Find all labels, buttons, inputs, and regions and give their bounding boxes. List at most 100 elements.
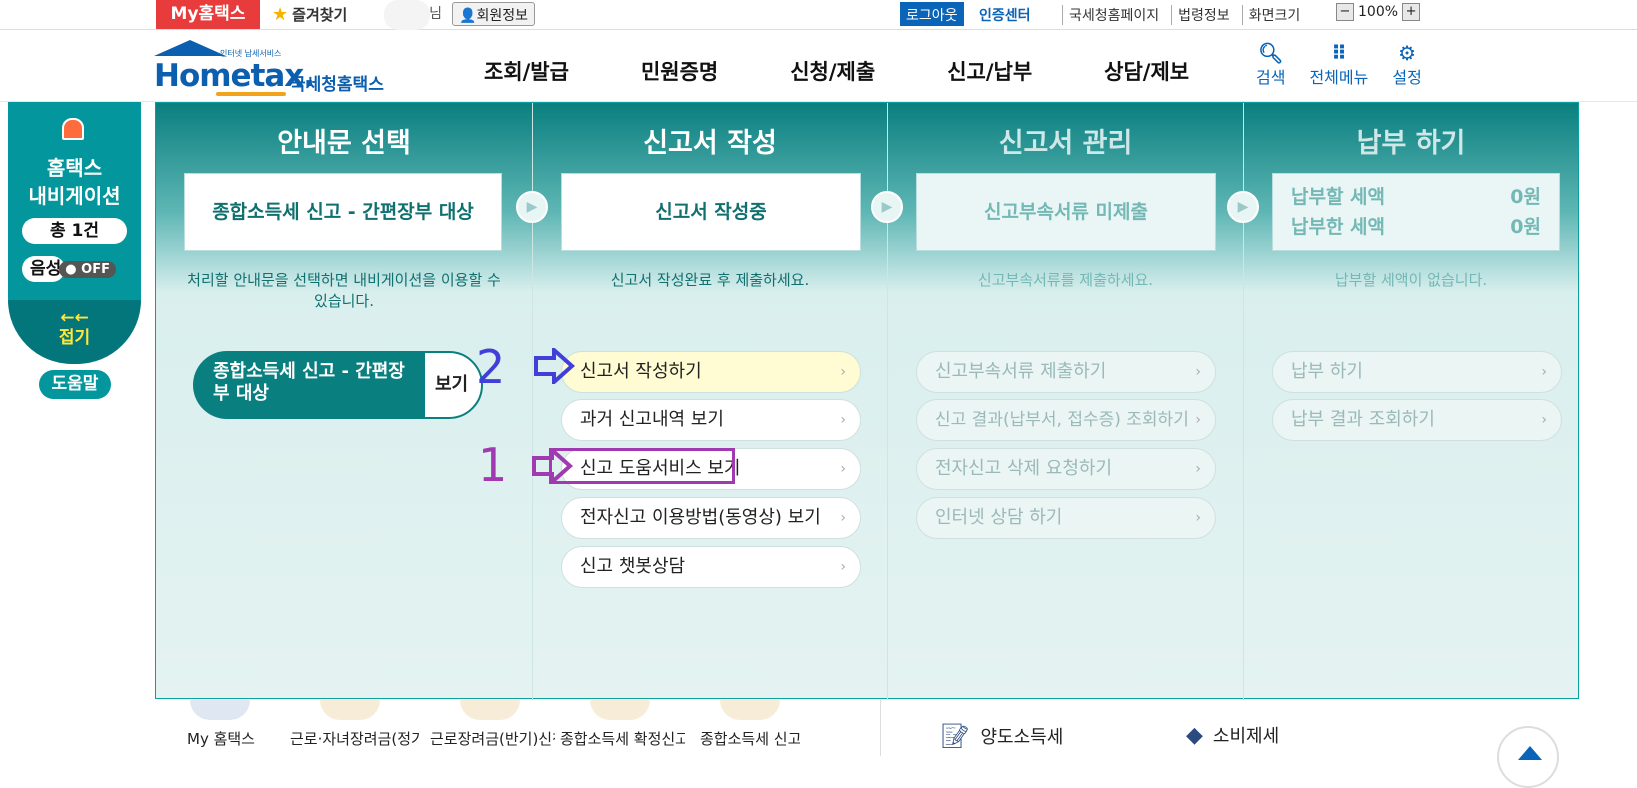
capital-gains-tax-link[interactable]: 📝︎ 양도소득세 <box>940 722 1063 750</box>
quick-bubble <box>590 700 650 720</box>
all-menu-label: 전체메뉴 <box>1309 68 1369 87</box>
favorites-button[interactable]: ★ 즐겨찾기 <box>272 4 347 25</box>
favorites-label: 즐겨찾기 <box>292 6 348 24</box>
voice-state: OFF <box>81 261 110 277</box>
nav-consult[interactable]: 상담/제보 <box>1104 56 1189 86</box>
zoom-control: − 100% + <box>1336 3 1421 21</box>
item-label: 신고부속서류 제출하기 <box>935 361 1107 382</box>
internet-consult-button[interactable]: 인터넷 상담 하기 › <box>916 497 1216 539</box>
document-pen-icon: 📝︎ <box>940 722 971 750</box>
chevron-right-icon: › <box>840 412 846 428</box>
step-pay: 납부 하기 납부할 세액 0원 납부한 세액 0원 납부할 세액이 없습니다. 납부… <box>1244 103 1578 700</box>
my-hometax-button[interactable]: My홈택스 <box>156 0 260 29</box>
zoom-in-button[interactable]: + <box>1402 3 1421 21</box>
siren-icon <box>62 118 84 140</box>
nts-homepage-link[interactable]: 국세청홈페이지 <box>1062 5 1159 25</box>
quick-income-tax-final[interactable]: 종합소득세 확정신고 <box>560 728 685 749</box>
consumption-tax-link[interactable]: ◆ 소비제세 <box>1186 722 1279 748</box>
item-label: 전자신고 이용방법(동영상) 보기 <box>580 507 821 528</box>
item-label: 신고 결과(납부서, 접수증) 조회하기 <box>935 410 1189 430</box>
report-result-button[interactable]: 신고 결과(납부서, 접수증) 조회하기 › <box>916 399 1216 441</box>
hometax-logo[interactable]: 인터넷 납세서비스 Hometax. 국세청홈택스 <box>154 40 394 100</box>
law-info-link[interactable]: 법령정보 <box>1171 5 1230 25</box>
notice-item[interactable]: 종합소득세 신고 - 간편장부 대상 <box>193 351 423 419</box>
fold-label: 접기 <box>58 328 91 348</box>
annotation-number-1: 1 <box>478 438 508 492</box>
past-reports-button[interactable]: 과거 신고내역 보기 › <box>561 399 861 441</box>
item-label: 전자신고 삭제 요청하기 <box>935 458 1113 479</box>
step-title: 안내문 선택 <box>277 128 411 159</box>
step-description: 처리할 안내문을 선택하면 내비게이션을 이용할 수 있습니다. <box>187 271 501 310</box>
item-count-badge: 총 1건 <box>22 218 127 244</box>
nav-application[interactable]: 신청/제출 <box>790 56 875 86</box>
all-menu-button[interactable]: ⠿ 전체메뉴 <box>1309 42 1368 88</box>
pay-button[interactable]: 납부 하기 › <box>1272 351 1562 393</box>
header-icons: 🔍︎ 검색 ⠿ 전체메뉴 ⚙ 설정 <box>1256 42 1422 88</box>
member-info-label: 회원정보 <box>476 8 528 24</box>
settings-button[interactable]: ⚙ 설정 <box>1392 42 1421 88</box>
bottom-quick-menu: My 홈택스 근로·자녀장려금(정기)신청(조회 근로장려금(반기)신청(조회 … <box>0 700 1637 756</box>
widget-title-line2: 내비게이션 <box>28 184 121 208</box>
chatbot-button[interactable]: 신고 챗봇상담 › <box>561 546 861 588</box>
user-suffix: 님 <box>429 6 442 22</box>
scroll-top-button[interactable] <box>1497 726 1559 788</box>
chevron-right-icon: › <box>1195 461 1201 477</box>
nav-civil-certificate[interactable]: 민원증명 <box>641 56 718 86</box>
voice-toggle[interactable]: 음성 ● OFF <box>22 256 140 282</box>
write-report-button[interactable]: 신고서 작성하기 › <box>561 351 861 393</box>
quick-bubble <box>720 700 780 720</box>
view-button[interactable]: 보기 <box>423 351 483 419</box>
main-nav: 조회/발급 민원증명 신청/제출 신고/납부 상담/제보 <box>484 56 1261 86</box>
nav-inquiry[interactable]: 조회/발급 <box>484 56 569 86</box>
step-title: 신고서 작성 <box>643 128 777 159</box>
item-label: 납부 하기 <box>1291 361 1363 382</box>
paid-value: 0원 <box>1510 216 1541 238</box>
navigation-panel: 안내문 선택 종합소득세 신고 - 간편장부 대상 처리할 안내문을 선택하면 … <box>155 102 1579 700</box>
quick-my-hometax[interactable]: My 홈택스 <box>186 728 256 749</box>
fold-button[interactable]: ←← 접기 <box>8 300 141 364</box>
grid-icon: ⠿ <box>1331 41 1347 65</box>
submit-attachments-button[interactable]: 신고부속서류 제출하기 › <box>916 351 1216 393</box>
annotation-box-1 <box>549 448 735 484</box>
widget-title: 홈택스 내비게이션 <box>8 154 141 210</box>
capital-gains-tax-label: 양도소득세 <box>980 727 1064 748</box>
chevron-right-icon: › <box>1541 364 1547 380</box>
zoom-level: 100% <box>1358 4 1399 20</box>
item-label: 납부 결과 조회하기 <box>1291 409 1435 430</box>
quick-work-child-incentive[interactable]: 근로·자녀장려금(정기)신청(조회 <box>290 728 420 749</box>
voice-switch[interactable]: ● OFF <box>59 260 116 278</box>
item-label: 과거 신고내역 보기 <box>580 409 724 430</box>
pay-result-button[interactable]: 납부 결과 조회하기 › <box>1272 399 1562 441</box>
logo-sub: 국세청홈택스 <box>290 75 384 95</box>
chevron-right-icon: › <box>840 461 846 477</box>
search-icon: 🔍︎ <box>1258 41 1284 65</box>
quick-income-tax-help[interactable]: 종합소득세 신고도움서비스 <box>700 728 800 749</box>
zoom-out-button[interactable]: − <box>1336 3 1354 21</box>
nav-report-pay[interactable]: 신고/납부 <box>947 56 1032 86</box>
member-info-button[interactable]: 👤회원정보 <box>452 2 535 26</box>
screen-size-label: 화면크기 <box>1241 5 1300 25</box>
diamond-icon: ◆ <box>1186 722 1203 748</box>
annotation-number-2: 2 <box>476 340 506 394</box>
cert-center-link[interactable]: 인증센터 <box>979 5 1031 25</box>
top-utility-bar: My홈택스 ★ 즐겨찾기 님 👤회원정보 로그아웃 인증센터 국세청홈페이지 법… <box>0 0 1637 30</box>
quick-work-incentive-half[interactable]: 근로장려금(반기)신청(조회 <box>430 728 555 749</box>
item-label: 신고 챗봇상담 <box>580 556 686 577</box>
quick-bubble <box>460 700 520 720</box>
step-title: 납부 하기 <box>1356 128 1466 159</box>
step-status: 신고부속서류 미제출 <box>916 173 1216 251</box>
gear-icon: ⚙ <box>1398 41 1417 65</box>
item-label: 신고서 작성하기 <box>580 361 702 382</box>
logo-swoosh <box>216 92 286 96</box>
chevron-right-icon: › <box>1195 364 1201 380</box>
chevron-right-icon: › <box>840 364 846 380</box>
logout-button[interactable]: 로그아웃 <box>900 2 964 26</box>
search-button[interactable]: 🔍︎ 검색 <box>1256 42 1285 88</box>
step-description: 신고서 작성완료 후 제출하세요. <box>610 271 810 289</box>
delete-request-button[interactable]: 전자신고 삭제 요청하기 › <box>916 448 1216 490</box>
quick-bubble <box>190 700 250 720</box>
hometax-navigation-widget: 홈택스 내비게이션 총 1건 음성 ● OFF ←← 접기 <box>8 102 141 364</box>
help-button[interactable]: 도움말 <box>39 370 111 399</box>
how-to-use-video-button[interactable]: 전자신고 이용방법(동영상) 보기 › <box>561 497 861 539</box>
step-status: 신고서 작성중 <box>561 173 861 251</box>
